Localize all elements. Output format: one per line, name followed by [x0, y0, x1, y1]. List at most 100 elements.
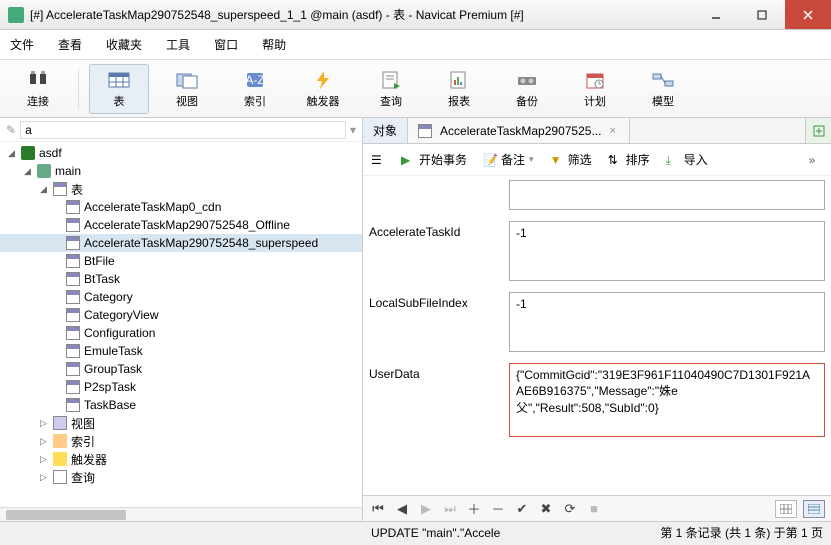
delete-record-button[interactable]: － [489, 499, 507, 518]
query-icon [379, 69, 403, 91]
grid-view-button[interactable] [775, 500, 797, 518]
tree-queries-folder[interactable]: ▷查询 [0, 468, 362, 486]
next-record-button[interactable]: ▶ [417, 501, 435, 517]
minimize-button[interactable] [693, 0, 739, 29]
table-icon [66, 290, 80, 304]
tb-trigger[interactable]: 触发器 [293, 64, 353, 114]
tb-connect[interactable]: 连接 [8, 64, 68, 114]
expand-icon[interactable]: ◢ [22, 166, 33, 177]
tb-query-label: 查询 [380, 93, 402, 109]
tree-table-item[interactable]: AccelerateTaskMap290752548_superspeed [0, 234, 362, 252]
table-icon [66, 272, 80, 286]
svg-text:A-Z: A-Z [245, 73, 264, 87]
tab-table-data[interactable]: AccelerateTaskMap2907525...× [408, 118, 630, 143]
tb-backup[interactable]: 备份 [497, 64, 557, 114]
tree-table-item[interactable]: Configuration [0, 324, 362, 342]
menu-view[interactable]: 查看 [58, 36, 82, 53]
sort-label: 排序 [626, 151, 650, 168]
table-icon [66, 308, 80, 322]
add-record-button[interactable]: ＋ [465, 499, 483, 518]
tree-table-label: BtTask [84, 272, 120, 286]
expand-icon[interactable]: ▷ [38, 418, 49, 429]
maximize-button[interactable] [739, 0, 785, 29]
tree-table-item[interactable]: Category [0, 288, 362, 306]
tree-table-item[interactable]: EmuleTask [0, 342, 362, 360]
sidebar-search-bar: ✎ ▾ [0, 118, 362, 142]
tree-views-folder[interactable]: ▷ 视图 [0, 414, 362, 432]
expand-icon[interactable]: ◢ [38, 184, 49, 195]
tree-tables-folder[interactable]: ◢表 [0, 180, 362, 198]
sidebar-search-input[interactable] [20, 121, 346, 139]
field-input-userdata[interactable] [509, 363, 825, 437]
first-record-button[interactable]: ⏮ [369, 501, 387, 517]
tree-table-item[interactable]: CategoryView [0, 306, 362, 324]
table-icon [66, 380, 80, 394]
more-button[interactable]: » [801, 153, 823, 167]
window-controls [693, 0, 831, 29]
close-button[interactable] [785, 0, 831, 29]
tree-db[interactable]: ◢asdf [0, 144, 362, 162]
begin-transaction-button[interactable]: ▶开始事务 [401, 151, 467, 168]
field-label: AccelerateTaskId [369, 221, 509, 239]
tree-table-item[interactable]: BtFile [0, 252, 362, 270]
memo-button[interactable]: 📝备注▾ [483, 151, 534, 168]
tb-report-label: 报表 [448, 93, 470, 109]
tab-objects[interactable]: 对象 [363, 118, 408, 143]
tb-model[interactable]: 模型 [633, 64, 693, 114]
tablefolder-icon [53, 182, 67, 196]
tb-report[interactable]: 报表 [429, 64, 489, 114]
new-tab-button[interactable] [805, 118, 831, 143]
tree-table-label: CategoryView [84, 308, 158, 322]
tb-query[interactable]: 查询 [361, 64, 421, 114]
menu-button[interactable]: ☰ [371, 153, 385, 167]
tree-indexes-folder[interactable]: ▷索引 [0, 432, 362, 450]
prev-record-button[interactable]: ◀ [393, 501, 411, 517]
tree-table-item[interactable]: TaskBase [0, 396, 362, 414]
close-tab-icon[interactable]: × [609, 125, 619, 137]
tree-table-item[interactable]: AccelerateTaskMap290752548_Offline [0, 216, 362, 234]
menu-tools[interactable]: 工具 [166, 36, 190, 53]
field-input[interactable] [509, 180, 825, 210]
tb-index[interactable]: A-Z 索引 [225, 64, 285, 114]
splitter[interactable] [361, 120, 365, 521]
tree-schema[interactable]: ◢main [0, 162, 362, 180]
tree-table-item[interactable]: BtTask [0, 270, 362, 288]
sidebar-hscroll[interactable] [0, 507, 362, 521]
tb-view[interactable]: 视图 [157, 64, 217, 114]
expand-icon[interactable]: ▷ [38, 436, 49, 447]
expand-icon[interactable]: ▷ [38, 454, 49, 465]
form-view-button[interactable] [803, 500, 825, 518]
menu-file[interactable]: 文件 [10, 36, 34, 53]
field-input-localsubfileindex[interactable] [509, 292, 825, 352]
menu-help[interactable]: 帮助 [262, 36, 286, 53]
tree-table-item[interactable]: AccelerateTaskMap0_cdn [0, 198, 362, 216]
dropdown-icon[interactable]: ▾ [350, 123, 356, 137]
status-record-count: 第 1 条记录 (共 1 条) 于第 1 页 [660, 524, 823, 541]
filter-button[interactable]: ▼筛选 [550, 151, 592, 168]
memo-icon: 📝 [483, 153, 497, 167]
tree-triggers-folder[interactable]: ▷触发器 [0, 450, 362, 468]
sidebar: ✎ ▾ ◢asdf ◢main ◢表 AccelerateTaskMap0_cd… [0, 118, 363, 521]
import-button[interactable]: ⤓导入 [666, 151, 708, 168]
last-record-button[interactable]: ⏭ [441, 501, 459, 517]
tree-table-label: GroupTask [84, 362, 142, 376]
tree-table-item[interactable]: P2spTask [0, 378, 362, 396]
field-input-acceleratetaskid[interactable] [509, 221, 825, 281]
object-tree[interactable]: ◢asdf ◢main ◢表 AccelerateTaskMap0_cdnAcc… [0, 142, 362, 507]
expand-icon[interactable]: ◢ [6, 148, 17, 159]
refresh-button[interactable]: ⟳ [561, 501, 579, 517]
tb-table[interactable]: 表 [89, 64, 149, 114]
stop-button[interactable]: ■ [585, 501, 603, 516]
sort-button[interactable]: ⇅排序 [608, 151, 650, 168]
menu-favorites[interactable]: 收藏夹 [106, 36, 142, 53]
pencil-icon[interactable]: ✎ [6, 123, 16, 137]
commit-button[interactable]: ✔ [513, 501, 531, 517]
expand-icon[interactable]: ▷ [38, 472, 49, 483]
tree-views-label: 视图 [71, 415, 95, 432]
tree-table-item[interactable]: GroupTask [0, 360, 362, 378]
cancel-button[interactable]: ✖ [537, 501, 555, 517]
tb-schedule[interactable]: 计划 [565, 64, 625, 114]
scroll-thumb[interactable] [6, 510, 126, 520]
menu-window[interactable]: 窗口 [214, 36, 238, 53]
memo-label: 备注 [501, 151, 525, 168]
